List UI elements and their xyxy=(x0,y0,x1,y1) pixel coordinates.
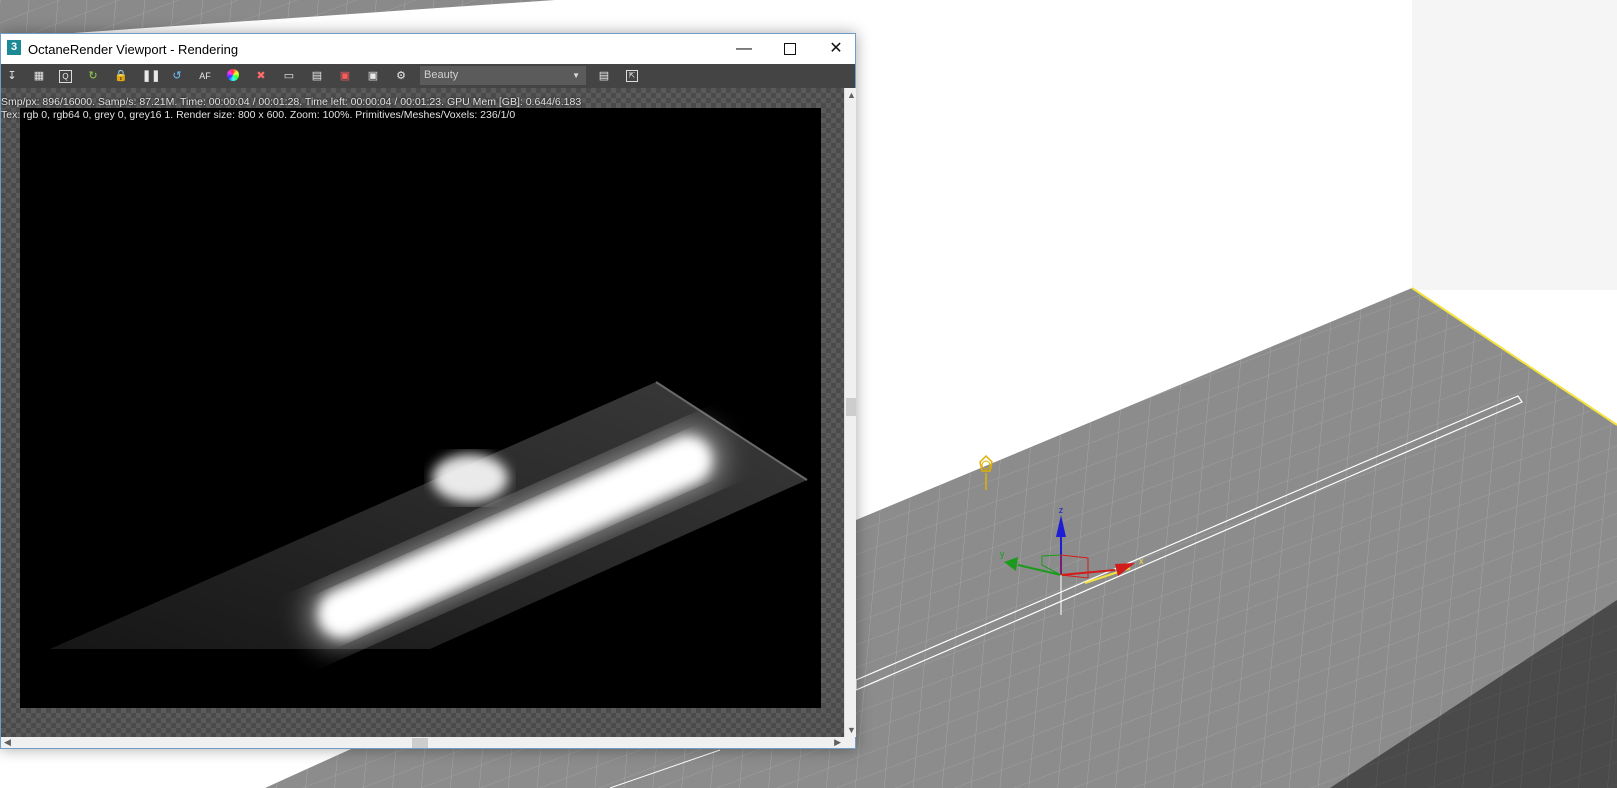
render-stats-line-1: Smp/px: 896/16000. Samp/s: 87.21M. Time:… xyxy=(1,96,582,108)
minimize-icon: — xyxy=(736,40,752,57)
gizmo-x-label: x xyxy=(1139,556,1144,566)
render-canvas[interactable]: Smp/px: 896/16000. Samp/s: 87.21M. Time:… xyxy=(1,88,844,737)
close-icon: ✕ xyxy=(829,40,843,57)
export-icon[interactable]: ⇱ xyxy=(626,70,638,82)
gizmo-y-label: y xyxy=(1000,549,1005,559)
camera-icon[interactable]: ▣ xyxy=(366,69,380,83)
scroll-left-icon[interactable]: ◀ xyxy=(4,737,11,748)
camera-red-icon[interactable]: ▣ xyxy=(338,69,352,83)
scroll-right-icon[interactable]: ▶ xyxy=(834,737,841,748)
close-button[interactable]: ✕ xyxy=(813,34,859,64)
scroll-down-icon[interactable]: ▼ xyxy=(847,725,856,735)
af-focus-icon[interactable]: AF xyxy=(198,69,212,83)
window-title: OctaneRender Viewport - Rendering xyxy=(28,42,239,57)
import-icon[interactable]: ↧ xyxy=(5,69,19,83)
maximize-icon xyxy=(784,42,796,55)
app-icon: 3 xyxy=(7,40,21,55)
vertical-scrollbar[interactable]: ▲ ▼ xyxy=(844,88,856,737)
minimize-button[interactable]: — xyxy=(721,34,767,64)
table-icon[interactable]: ▤ xyxy=(597,69,611,83)
render-image xyxy=(20,108,821,708)
render-stats-line-2: Tex: rgb 0, rgb64 0, grey 0, grey16 1. R… xyxy=(1,109,516,121)
rendered-scene xyxy=(50,381,808,649)
title-bar[interactable]: 3 OctaneRender Viewport - Rendering — ✕ xyxy=(1,34,855,64)
chevron-down-icon: ▼ xyxy=(572,71,580,80)
lock-icon[interactable]: 🔒 xyxy=(114,69,128,83)
restart-icon[interactable]: ↺ xyxy=(170,69,184,83)
settings-icon[interactable]: ⚙ xyxy=(394,69,408,83)
octane-render-window[interactable]: 3 OctaneRender Viewport - Rendering — ✕ … xyxy=(0,33,856,749)
clear-icon[interactable]: ✖ xyxy=(254,69,268,83)
gizmo-z-label: z xyxy=(1059,505,1064,515)
zoom-region-icon[interactable]: Q xyxy=(59,70,72,83)
film-icon[interactable]: ▤ xyxy=(310,69,324,83)
horizontal-scroll-thumb[interactable] xyxy=(412,738,428,748)
render-pass-select[interactable]: Beauty ▼ xyxy=(420,66,586,85)
horizontal-scrollbar[interactable]: ◀ ▶ xyxy=(1,737,844,748)
clipboard-icon[interactable]: ▦ xyxy=(32,69,46,83)
refresh-icon[interactable]: ↻ xyxy=(86,69,100,83)
color-picker-icon[interactable] xyxy=(226,69,240,83)
render-pass-value: Beauty xyxy=(424,69,459,81)
scroll-up-icon[interactable]: ▲ xyxy=(847,90,856,100)
vertical-scroll-thumb[interactable] xyxy=(846,398,856,416)
maximize-button[interactable] xyxy=(767,34,813,64)
pause-icon[interactable]: ❚❚ xyxy=(142,69,160,83)
render-toolbar: ↧ ▦ Q ↻ 🔒 ❚❚ ↺ AF ✖ ▭ ▤ ▣ ▣ ⚙ Beauty ▼ ▤… xyxy=(1,64,855,88)
monitor-icon[interactable]: ▭ xyxy=(282,69,296,83)
